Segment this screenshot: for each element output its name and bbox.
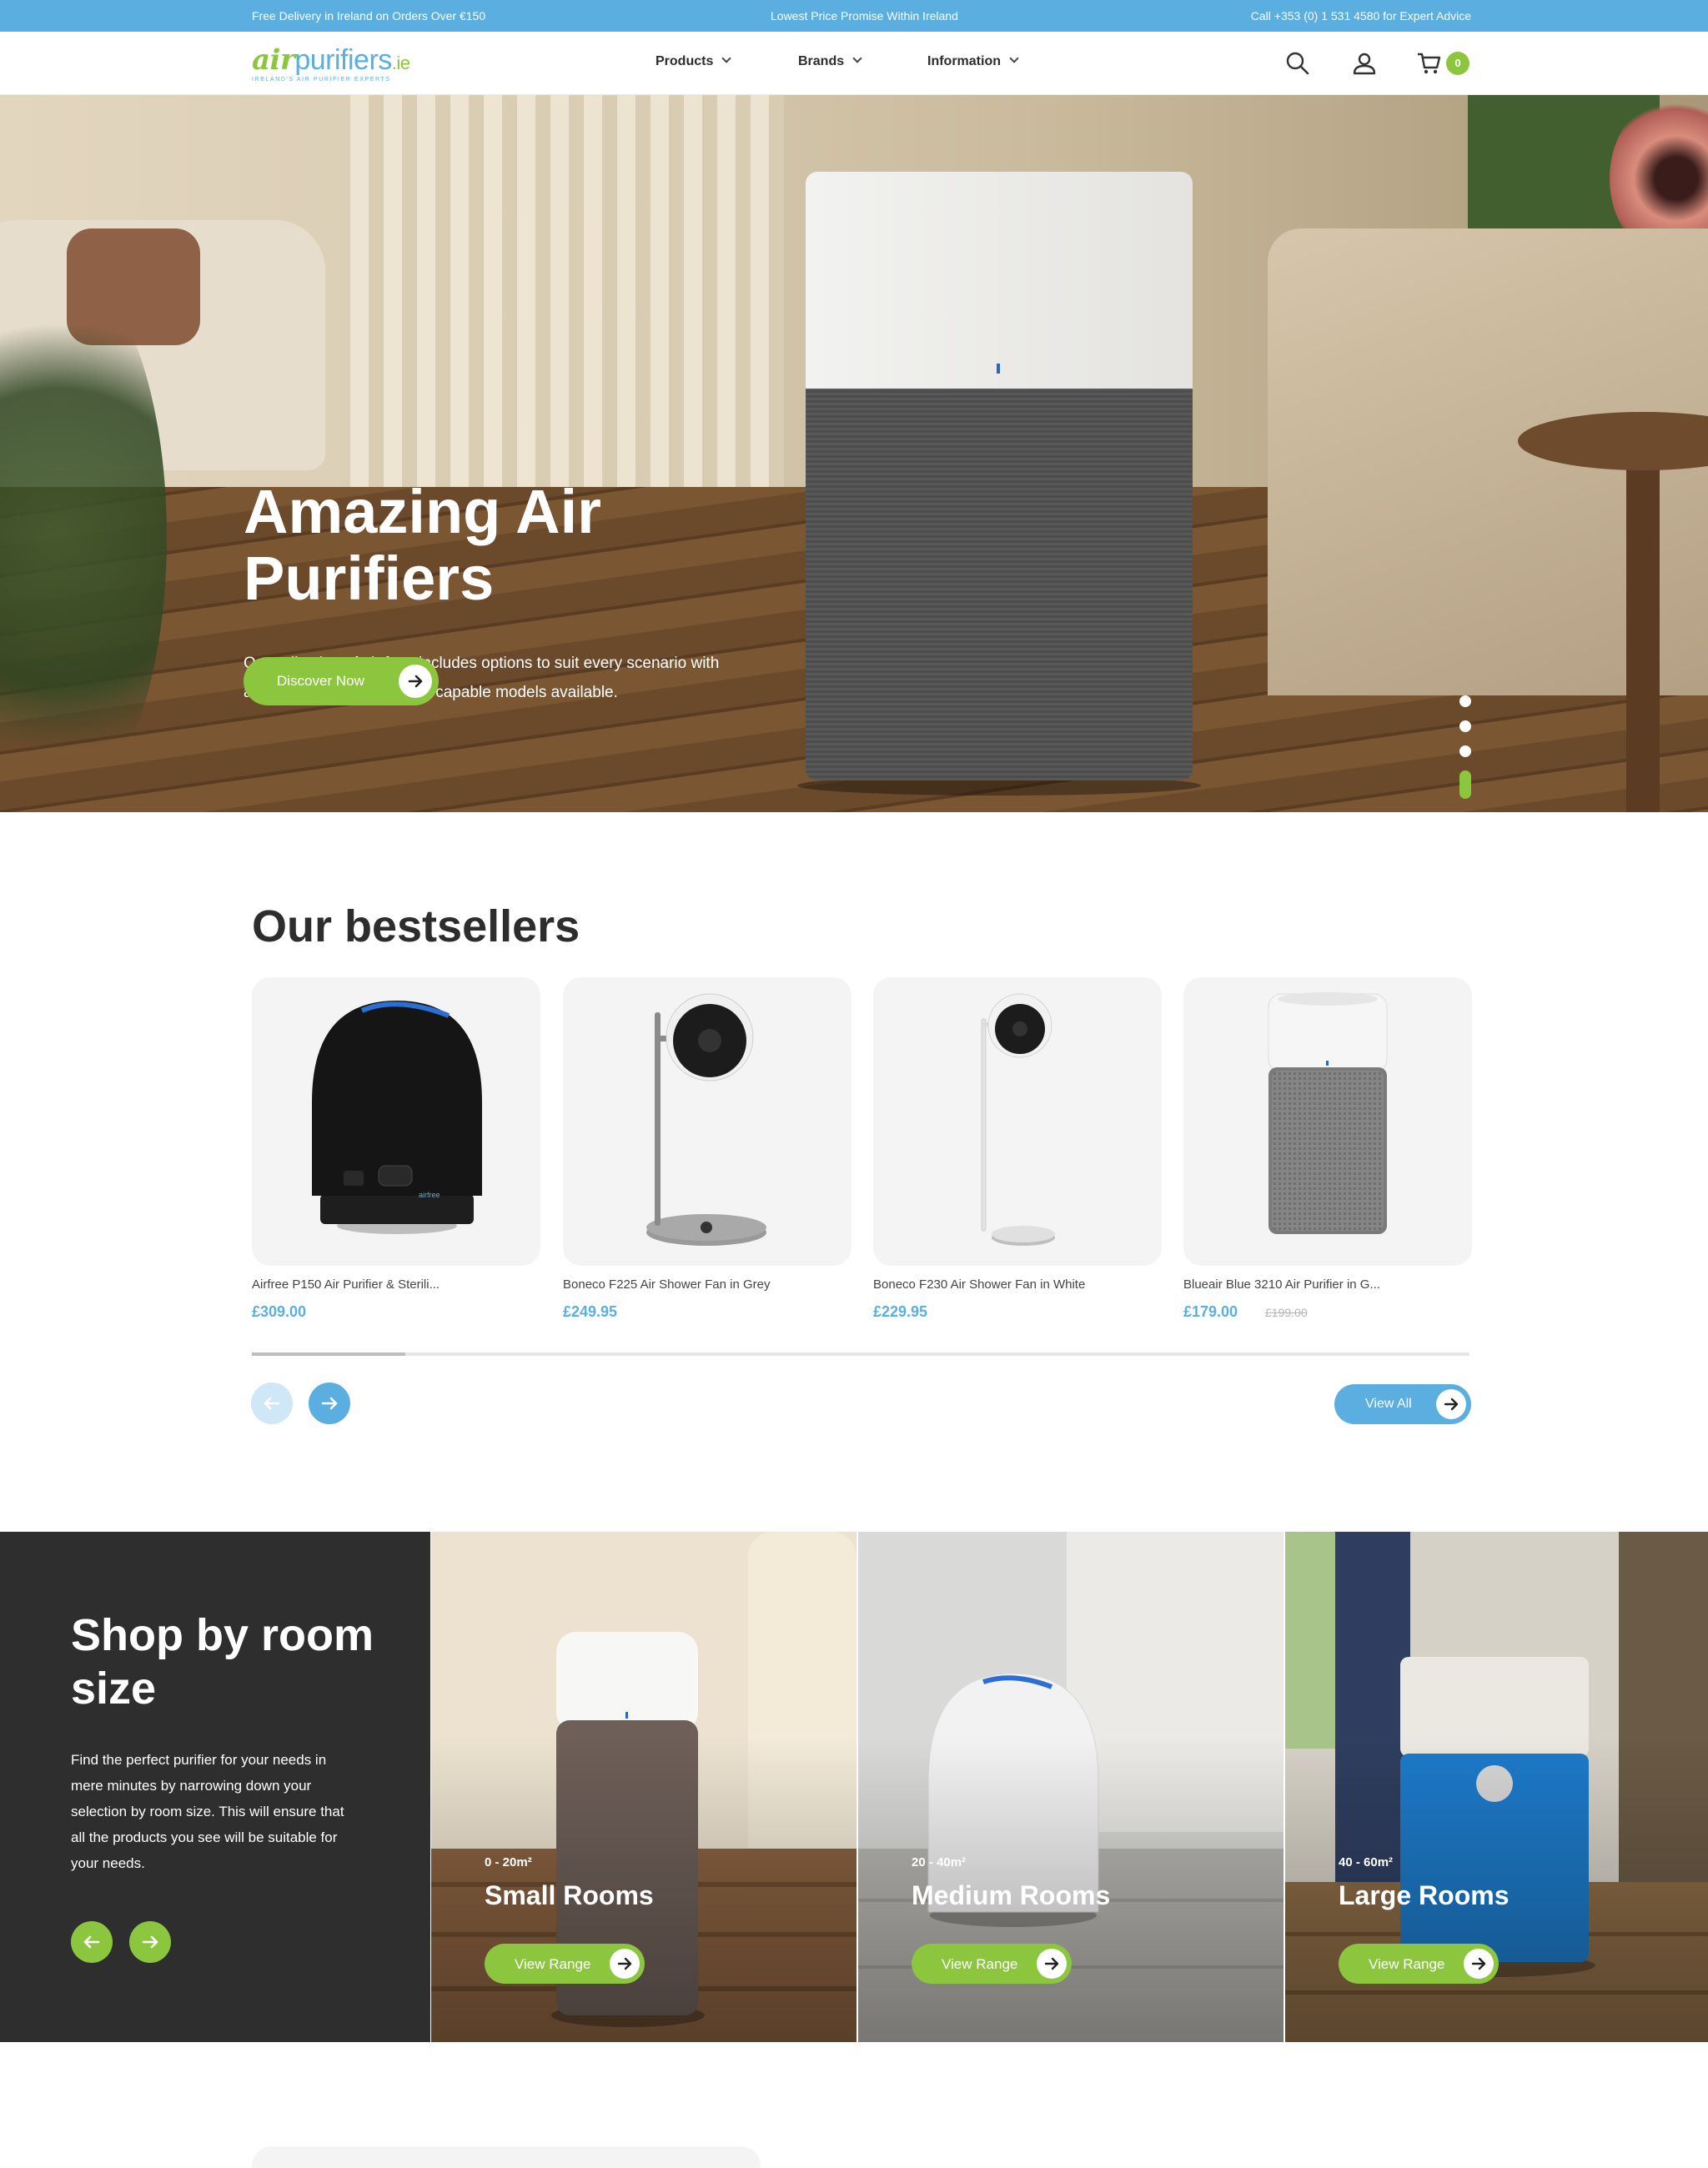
chevron-down-icon — [1009, 53, 1019, 63]
hero-table-leg — [1626, 454, 1660, 812]
room-card-small[interactable]: 0 - 20m² Small Rooms View Range — [431, 1532, 857, 2042]
chevron-down-icon — [852, 53, 862, 63]
cart-count-badge[interactable]: 0 — [1446, 52, 1469, 75]
product-old-price: £199.00 — [1265, 1306, 1308, 1319]
product-card-blueair-3210[interactable] — [1183, 977, 1472, 1266]
arrow-right-icon — [610, 1949, 640, 1979]
room-size-intro-panel: Shop by room size Find the perfect purif… — [0, 1532, 430, 2042]
room-title: Large Rooms — [1339, 1880, 1510, 1910]
search-icon[interactable] — [1284, 50, 1311, 77]
product-image-boneco-f225 — [646, 993, 766, 1246]
arrow-right-icon — [1436, 1389, 1466, 1419]
product-price: £249.95 — [563, 1303, 618, 1320]
arrow-right-icon — [1037, 1949, 1067, 1979]
view-range-button[interactable]: View Range — [485, 1944, 645, 1984]
slide-dot-1[interactable] — [1459, 695, 1471, 707]
hero-title: Amazing Air Purifiers — [244, 477, 601, 613]
site-logo[interactable]: airpurifiers.ie IRELAND'S AIR PURIFIER E… — [252, 45, 410, 83]
site-header: airpurifiers.ie IRELAND'S AIR PURIFIER E… — [0, 32, 1708, 95]
next-section-card — [252, 2146, 761, 2168]
product-image-boneco-f230 — [981, 993, 1055, 1246]
nav-information[interactable]: Information — [927, 53, 1019, 69]
arrow-left-icon — [264, 1397, 280, 1410]
logo-wordmark: airpurifiers.ie — [252, 43, 410, 77]
slide-dot-3[interactable] — [1459, 745, 1471, 757]
view-range-button[interactable]: View Range — [1339, 1944, 1499, 1984]
announcement-bar: Free Delivery in Ireland on Orders Over … — [0, 0, 1708, 32]
carousel-scrollbar[interactable] — [252, 1352, 1469, 1356]
arrow-left-icon — [83, 1935, 100, 1949]
room-range: 40 - 60m² — [1339, 1855, 1394, 1869]
phone-notice[interactable]: Call +353 (0) 1 531 4580 for Expert Advi… — [1251, 9, 1471, 23]
price-promise-notice: Lowest Price Promise Within Ireland — [771, 9, 958, 23]
room-next-button[interactable] — [129, 1921, 171, 1963]
arrow-right-icon — [399, 665, 432, 698]
product-name[interactable]: Airfree P150 Air Purifier & Sterili... — [252, 1277, 440, 1292]
room-card-large[interactable]: 40 - 60m² Large Rooms View Range — [1285, 1532, 1708, 2042]
room-title: Medium Rooms — [912, 1880, 1111, 1910]
nav-products[interactable]: Products — [656, 53, 732, 69]
slide-dot-2[interactable] — [1459, 720, 1471, 732]
cart-icon[interactable] — [1416, 50, 1443, 77]
arrow-right-icon — [1464, 1949, 1494, 1979]
product-price: £309.00 — [252, 1303, 307, 1320]
hero-slide-dots — [1459, 695, 1471, 804]
product-image-airfree: airfree — [312, 1001, 482, 1234]
room-range: 20 - 40m² — [912, 1855, 967, 1869]
product-name[interactable]: Boneco F225 Air Shower Fan in Grey — [563, 1277, 770, 1292]
discover-now-button[interactable]: Discover Now — [244, 657, 439, 705]
view-range-button[interactable]: View Range — [912, 1944, 1072, 1984]
arrow-right-icon — [142, 1935, 158, 1949]
product-price: £229.95 — [873, 1303, 928, 1320]
carousel-next-button[interactable] — [309, 1383, 350, 1424]
nav-brands[interactable]: Brands — [798, 53, 862, 69]
hero-curtain — [350, 95, 784, 495]
room-range: 0 - 20m² — [485, 1855, 532, 1869]
bestsellers-heading: Our bestsellers — [252, 901, 580, 951]
logo-tagline: IRELAND'S AIR PURIFIER EXPERTS — [252, 77, 391, 83]
carousel-scrollbar-thumb[interactable] — [252, 1352, 405, 1356]
room-title: Small Rooms — [485, 1880, 654, 1910]
product-price: £179.00 — [1183, 1303, 1238, 1320]
room-card-medium[interactable]: 20 - 40m² Medium Rooms View Range — [858, 1532, 1284, 2042]
free-delivery-notice: Free Delivery in Ireland on Orders Over … — [252, 9, 486, 23]
account-icon[interactable] — [1351, 50, 1378, 77]
svg-text:airfree: airfree — [419, 1191, 440, 1199]
product-name[interactable]: Blueair Blue 3210 Air Purifier in G... — [1183, 1277, 1380, 1292]
shop-by-room-size-section: Shop by room size Find the perfect purif… — [0, 1532, 1708, 2042]
arrow-right-icon — [321, 1397, 338, 1410]
product-card-boneco-f225[interactable] — [563, 977, 851, 1266]
hero-purifier-image — [797, 172, 1201, 795]
room-prev-button[interactable] — [71, 1921, 113, 1963]
product-name[interactable]: Boneco F230 Air Shower Fan in White — [873, 1277, 1085, 1292]
product-image-blueair — [1268, 992, 1388, 1234]
view-all-button[interactable]: View All — [1334, 1384, 1471, 1424]
hero-banner: Amazing Air Purifiers Our collection of … — [0, 95, 1708, 812]
room-size-description: Find the perfect purifier for your needs… — [71, 1752, 344, 1871]
room-size-heading: Shop by room size — [71, 1610, 374, 1714]
chevron-down-icon — [721, 53, 732, 63]
product-card-boneco-f230[interactable] — [873, 977, 1162, 1266]
product-card-airfree-p150[interactable]: airfree — [252, 977, 540, 1266]
slide-dot-4-active[interactable] — [1459, 770, 1471, 799]
carousel-prev-button[interactable] — [251, 1383, 293, 1424]
